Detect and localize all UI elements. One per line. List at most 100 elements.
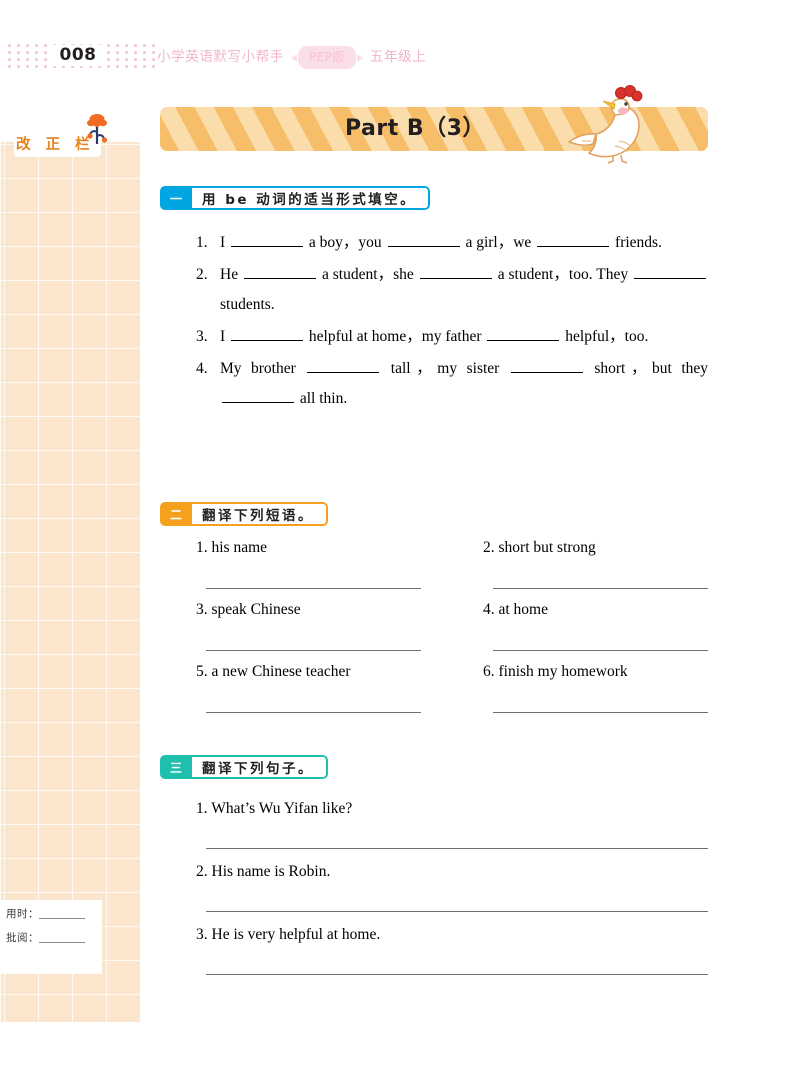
answer-blank[interactable]: [634, 263, 707, 279]
answer-blank[interactable]: [307, 357, 380, 373]
phrase-answer-line[interactable]: [206, 650, 421, 651]
sentence-item: 3. He is very helpful at home.: [196, 924, 708, 987]
page-number: 008: [52, 45, 104, 66]
answer-blank[interactable]: [487, 325, 560, 341]
sentence-item: 2. His name is Robin.: [196, 861, 708, 924]
phrase-text: 2. short but strong: [483, 538, 708, 558]
answer-blank[interactable]: [510, 357, 583, 373]
exercise-2-header: 二 翻译下列短语。: [160, 502, 328, 526]
question-number: 4.: [196, 360, 208, 377]
answer-blank[interactable]: [537, 231, 610, 247]
phrase-answer-line[interactable]: [493, 712, 708, 713]
q4-part-4: all thin.: [299, 390, 348, 407]
exercise-1-number: 一: [160, 186, 192, 210]
q1-part-2: a boy，you: [308, 234, 382, 251]
sentence-answer-line[interactable]: [206, 911, 708, 912]
sentence-number: 1.: [196, 800, 208, 817]
q4-part-2: tall，my sister: [390, 360, 500, 377]
sentence-text: 1. What’s Wu Yifan like?: [196, 798, 708, 820]
question-number: 3.: [196, 328, 208, 345]
sentence-label: He is very helpful at home.: [211, 926, 381, 943]
q1-part-4: friends.: [615, 234, 662, 251]
phrase-label: speak Chinese: [211, 601, 301, 618]
phrase-item: 2. short but strong: [483, 538, 708, 600]
answer-blank[interactable]: [222, 387, 294, 403]
review-blank[interactable]: [39, 931, 85, 943]
q3-part-3: helpful，too.: [565, 328, 649, 345]
phrase-item: 1. his name: [196, 538, 421, 600]
sentence-item: 1. What’s Wu Yifan like?: [196, 798, 708, 861]
sentence-label: His name is Robin.: [211, 863, 331, 880]
exercise-2-body: 1. his name 2. short but strong 3. speak…: [196, 538, 708, 724]
book-title: 小学英语默写小帮手: [157, 49, 284, 65]
correction-sidebar: [0, 142, 140, 1022]
flower-icon: [84, 110, 110, 150]
time-used-blank[interactable]: [39, 907, 85, 919]
exercise-2-title: 翻译下列短语。: [192, 502, 328, 526]
phrase-answer-line[interactable]: [206, 588, 421, 589]
question-text: I helpful at home，my father helpful，too.: [220, 322, 708, 352]
sentence-number: 3.: [196, 926, 208, 943]
phrase-number: 3.: [196, 601, 208, 618]
exercise-2-number: 二: [160, 502, 192, 526]
sidebar-footer-box: 用时： 批阅：: [0, 900, 102, 974]
sentence-answer-line[interactable]: [206, 974, 708, 975]
question-text: My brother tall，my sister short，but they…: [220, 354, 708, 414]
phrase-text: 6. finish my homework: [483, 662, 708, 682]
phrase-number: 1.: [196, 539, 208, 556]
review-row: 批阅：: [6, 930, 102, 945]
question-item: 2. He a student，she a student，too. They …: [196, 260, 708, 320]
answer-blank[interactable]: [244, 263, 317, 279]
question-item: 4. My brother tall，my sister short，but t…: [196, 354, 708, 414]
exercise-1-header: 一 用 be 动词的适当形式填空。: [160, 186, 431, 210]
sentence-text: 2. His name is Robin.: [196, 861, 708, 883]
answer-blank[interactable]: [387, 231, 460, 247]
q1-part-1: I: [220, 234, 226, 251]
answer-blank[interactable]: [231, 231, 304, 247]
phrase-answer-line[interactable]: [493, 588, 708, 589]
time-used-label: 用时：: [6, 908, 39, 920]
phrase-answer-line[interactable]: [493, 650, 708, 651]
q1-part-3: a girl，we: [465, 234, 532, 251]
q2-part-1: He: [220, 266, 239, 283]
exercise-1-body: 1. I a boy，you a girl，we friends. 2. He …: [196, 228, 708, 416]
sentence-text: 3. He is very helpful at home.: [196, 924, 708, 946]
edition-badge: PEP版: [290, 46, 364, 69]
phrase-item: 4. at home: [483, 600, 708, 662]
exercise-3-title: 翻译下列句子。: [192, 755, 328, 779]
answer-blank[interactable]: [419, 263, 492, 279]
exercise-3-number: 三: [160, 755, 192, 779]
q3-part-2: helpful at home，my father: [308, 328, 482, 345]
question-item: 3. I helpful at home，my father helpful，t…: [196, 322, 708, 352]
phrase-text: 4. at home: [483, 600, 708, 620]
q2-part-4: students.: [220, 296, 275, 313]
q2-part-3: a student，too. They: [497, 266, 629, 283]
sentence-answer-line[interactable]: [206, 848, 708, 849]
phrase-answer-line[interactable]: [206, 712, 421, 713]
phrase-item: 6. finish my homework: [483, 662, 708, 724]
sentence-number: 2.: [196, 863, 208, 880]
exercise-3-body: 1. What’s Wu Yifan like? 2. His name is …: [196, 798, 708, 987]
question-number: 2.: [196, 266, 208, 283]
phrase-label: his name: [211, 539, 268, 556]
sentence-label: What’s Wu Yifan like?: [211, 800, 353, 817]
phrase-label: at home: [498, 601, 549, 618]
phrase-text: 5. a new Chinese teacher: [196, 662, 421, 682]
phrase-text: 1. his name: [196, 538, 421, 558]
phrase-number: 4.: [483, 601, 495, 618]
phrase-item: 3. speak Chinese: [196, 600, 421, 662]
phrase-label: finish my homework: [498, 663, 628, 680]
grade-label: 五年级上: [369, 49, 427, 65]
answer-blank[interactable]: [231, 325, 304, 341]
phrase-grid: 1. his name 2. short but strong 3. speak…: [196, 538, 708, 724]
exercise-3-header: 三 翻译下列句子。: [160, 755, 328, 779]
phrase-number: 5.: [196, 663, 208, 680]
q4-part-3: short，but they: [594, 360, 709, 377]
page-header: 008 小学英语默写小帮手 PEP版 五年级上: [0, 42, 790, 72]
time-used-row: 用时：: [6, 906, 102, 921]
question-text: He a student，she a student，too. They stu…: [220, 260, 708, 320]
q2-part-2: a student，she: [321, 266, 414, 283]
question-number: 1.: [196, 234, 208, 251]
phrase-label: short but strong: [498, 539, 596, 556]
chicken-icon: [553, 84, 661, 164]
